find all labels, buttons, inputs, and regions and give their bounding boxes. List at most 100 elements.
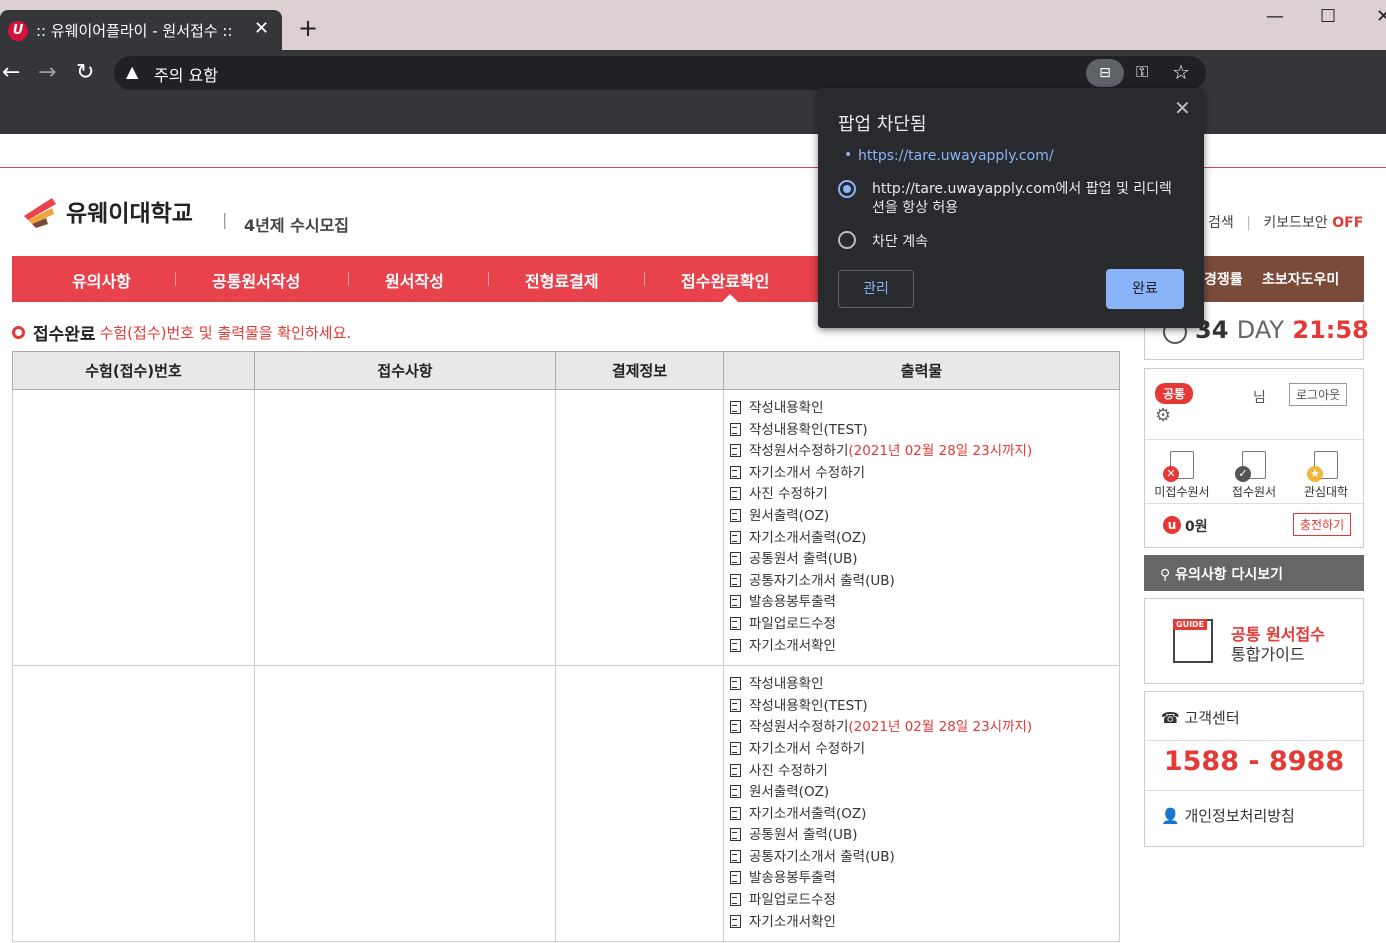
- output-link[interactable]: 사진 수정하기: [730, 484, 1119, 506]
- browser-menu-icon[interactable]: ⋮: [1378, 58, 1386, 79]
- privacy-policy-link[interactable]: 👤 개인정보처리방침: [1161, 805, 1295, 826]
- details-cell: [254, 665, 556, 943]
- guide-subtitle: 통합가이드: [1231, 645, 1305, 664]
- reload-icon[interactable]: ↻: [76, 60, 94, 85]
- guide-banner[interactable]: GUIDE 공통 원서접수 통합가이드: [1144, 598, 1364, 684]
- top-utility-links: 검색 | 키보드보안 OFF: [1208, 212, 1363, 232]
- nav-item-competition[interactable]: 경쟁률: [1204, 269, 1243, 289]
- output-link[interactable]: 자기소개서 수정하기: [730, 739, 1119, 761]
- gear-icon[interactable]: ⚙: [1155, 405, 1171, 426]
- application-table: 수험(접수)번호 접수사항 결제정보 출력물 작성내용확인 작성내용확인(TES…: [12, 351, 1120, 943]
- bullet-icon: •: [844, 147, 853, 163]
- tab-close-icon[interactable]: ✕: [254, 18, 269, 39]
- output-link[interactable]: 작성원서수정하기(2021년 02월 28일 23시까지): [730, 441, 1119, 463]
- quick-unsubmitted[interactable]: ✕ 미접수원서: [1147, 451, 1217, 500]
- popup-blocked-icon[interactable]: ⊟: [1086, 59, 1124, 87]
- nav-item-common-application[interactable]: 공통원서작성: [212, 268, 300, 292]
- dday-value: 34 DAY 21:58: [1195, 316, 1369, 344]
- output-link[interactable]: 발송용봉투출력: [730, 592, 1119, 614]
- section-description: 수험(접수)번호 및 출력물을 확인하세요.: [99, 324, 352, 342]
- document-icon: [730, 595, 741, 609]
- manage-button[interactable]: 관리: [838, 270, 914, 308]
- nav-item-payment[interactable]: 전형료결제: [525, 268, 599, 292]
- output-link[interactable]: 작성내용확인: [730, 674, 1119, 696]
- minimize-button[interactable]: —: [1266, 6, 1284, 27]
- output-link[interactable]: 작성내용확인: [730, 398, 1119, 420]
- output-link[interactable]: 공통원서 출력(UB): [730, 825, 1119, 847]
- output-link[interactable]: 원서출력(OZ): [730, 782, 1119, 804]
- output-link[interactable]: 파일업로드수정: [730, 890, 1119, 912]
- nav-item-confirm[interactable]: 접수완료확인: [681, 268, 769, 292]
- output-link[interactable]: 원서출력(OZ): [730, 506, 1119, 528]
- block-radio[interactable]: [838, 231, 856, 249]
- block-option-label[interactable]: 차단 계속: [872, 231, 928, 251]
- person-icon: 👤: [1161, 807, 1185, 825]
- address-bar[interactable]: ▲ 주의 요함 ⊟ ⚿ ☆: [114, 56, 1206, 90]
- popup-title: 팝업 차단됨: [838, 114, 927, 135]
- customer-phone: 1588 - 8988: [1163, 746, 1345, 777]
- payment-cell: [555, 665, 724, 943]
- browser-tab[interactable]: U :: 유웨이어플라이 - 원서접수 :: ✕: [0, 10, 282, 50]
- divider: [1145, 740, 1363, 741]
- document-icon: [730, 720, 741, 734]
- output-link[interactable]: 공통자기소개서 출력(UB): [730, 847, 1119, 869]
- output-link[interactable]: 공통자기소개서 출력(UB): [730, 571, 1119, 593]
- back-arrow-icon[interactable]: ←: [2, 60, 20, 85]
- allow-radio[interactable]: [838, 180, 856, 198]
- key-icon[interactable]: ⚿: [1136, 62, 1148, 82]
- nav-item-application[interactable]: 원서작성: [385, 268, 444, 292]
- output-link[interactable]: 작성원서수정하기(2021년 02월 28일 23시까지): [730, 717, 1119, 739]
- document-icon: [730, 638, 741, 652]
- document-x-icon: ✕: [1163, 451, 1194, 482]
- warning-icon[interactable]: ▲: [126, 62, 138, 81]
- security-warning-text[interactable]: 주의 요함: [154, 62, 218, 86]
- review-notice-button[interactable]: ⚲ 유의사항 다시보기: [1144, 555, 1364, 591]
- document-icon: [730, 849, 741, 863]
- main-nav: 유의사항 공통원서작성 원서작성 전형료결제 접수완료확인: [12, 256, 820, 302]
- output-link[interactable]: 사진 수정하기: [730, 761, 1119, 783]
- done-button[interactable]: 완료: [1106, 269, 1184, 309]
- exam-number-cell: [12, 665, 255, 943]
- quick-submitted[interactable]: ✓ 접수원서: [1219, 451, 1289, 500]
- new-tab-button[interactable]: +: [298, 16, 318, 40]
- logout-button[interactable]: 로그아웃: [1289, 383, 1348, 406]
- nav-item-beginner-help[interactable]: 초보자도우미: [1262, 269, 1339, 289]
- headset-icon: ☎: [1161, 709, 1185, 727]
- document-icon: [730, 573, 741, 587]
- keyboard-security-state[interactable]: OFF: [1332, 215, 1363, 231]
- output-link[interactable]: 작성내용확인(TEST): [730, 696, 1119, 718]
- output-link[interactable]: 파일업로드수정: [730, 614, 1119, 636]
- search-link[interactable]: 검색: [1208, 215, 1234, 231]
- output-link[interactable]: 공통원서 출력(UB): [730, 549, 1119, 571]
- common-badge: 공통: [1155, 383, 1194, 404]
- nav-separator: [175, 272, 176, 286]
- document-icon: [730, 828, 741, 842]
- bookmark-star-icon[interactable]: ☆: [1172, 60, 1190, 84]
- nav-item-notice[interactable]: 유의사항: [72, 268, 131, 292]
- output-link[interactable]: 자기소개서확인: [730, 912, 1119, 934]
- document-icon: [730, 552, 741, 566]
- output-link[interactable]: 자기소개서출력(OZ): [730, 804, 1119, 826]
- allow-option-label[interactable]: http://tare.uwayapply.com에서 팝업 및 리디렉션을 항…: [872, 180, 1182, 218]
- points-balance: 0원: [1185, 519, 1208, 535]
- document-icon: [730, 508, 741, 522]
- divider: [1145, 790, 1363, 791]
- close-window-button[interactable]: ✕: [1376, 6, 1386, 27]
- section-bullet-icon: [12, 326, 25, 339]
- forward-arrow-icon[interactable]: →: [38, 60, 56, 85]
- output-link[interactable]: 자기소개서확인: [730, 636, 1119, 658]
- side-nav: 경쟁률 초보자도우미: [1204, 256, 1364, 302]
- charge-button[interactable]: 충전하기: [1293, 513, 1352, 536]
- output-link[interactable]: 자기소개서출력(OZ): [730, 528, 1119, 550]
- document-icon: [730, 487, 741, 501]
- maximize-button[interactable]: ☐: [1320, 6, 1336, 27]
- close-icon[interactable]: ✕: [1174, 96, 1191, 120]
- blocked-popup-link[interactable]: • https://tare.uwayapply.com/: [844, 147, 1054, 164]
- output-link[interactable]: 자기소개서 수정하기: [730, 463, 1119, 485]
- guide-tag: GUIDE: [1173, 619, 1208, 630]
- quick-favorites[interactable]: ★ 관심대학: [1291, 451, 1361, 500]
- recruit-type: 4년제 수시모집: [244, 216, 350, 235]
- output-link[interactable]: 발송용봉투출력: [730, 868, 1119, 890]
- output-link[interactable]: 작성내용확인(TEST): [730, 420, 1119, 442]
- keyboard-security-label[interactable]: 키보드보안: [1263, 215, 1327, 231]
